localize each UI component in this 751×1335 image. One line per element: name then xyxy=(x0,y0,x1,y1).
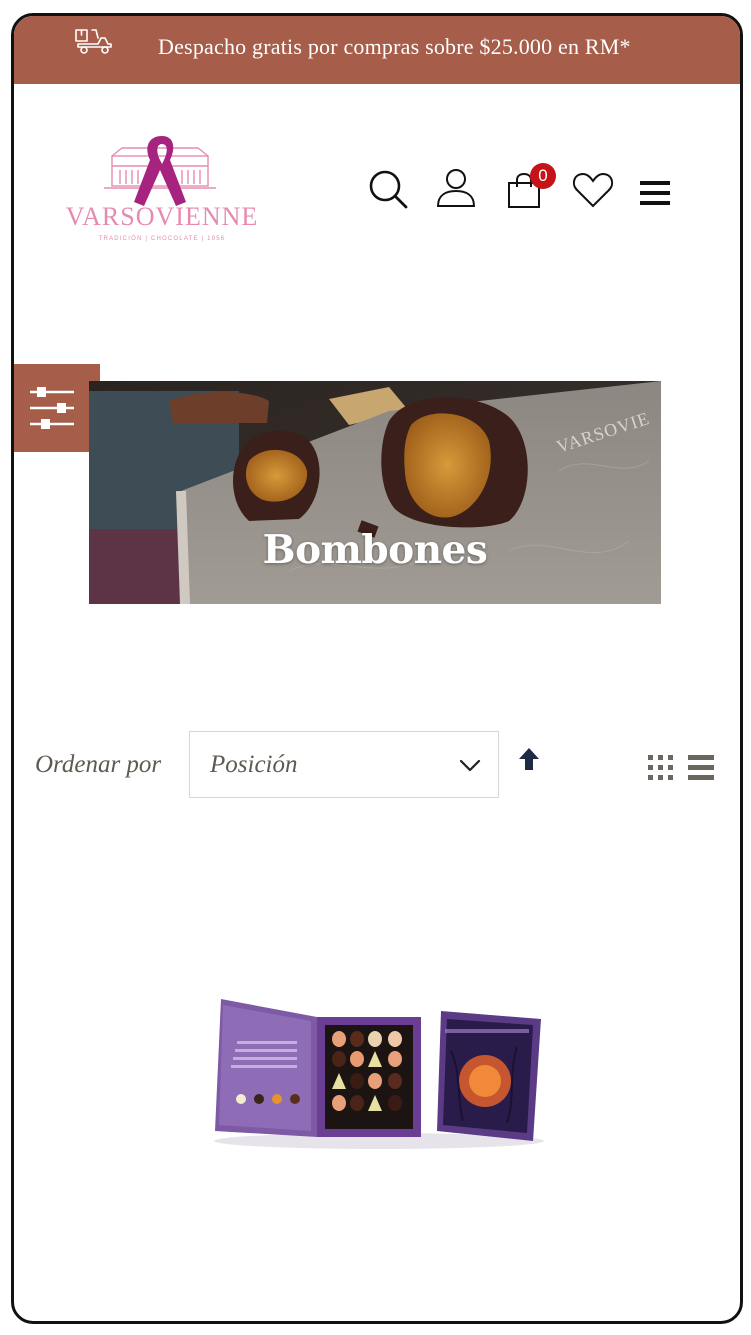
delivery-scooter-icon xyxy=(75,29,112,54)
list-view-icon[interactable] xyxy=(688,755,714,780)
sort-direction-arrow-icon[interactable] xyxy=(516,746,542,772)
filter-toggle-button[interactable] xyxy=(14,364,100,452)
logo-graphic: VARSOVIENNE TRADICIÓN | CHOCOLATE | 1956 xyxy=(66,136,259,242)
cart-count-badge: 0 xyxy=(530,163,556,189)
user-icon[interactable] xyxy=(436,168,476,208)
category-title: Bombones xyxy=(262,527,488,573)
sort-selected-value: Posición xyxy=(210,751,298,778)
sort-select[interactable]: Posición xyxy=(189,731,499,798)
sort-label: Ordenar por xyxy=(35,751,162,778)
heart-icon[interactable] xyxy=(572,172,614,208)
filter-sliders-icon xyxy=(30,387,74,429)
grid-view-icon[interactable] xyxy=(648,755,673,780)
promo-bar: Despacho gratis por compras sobre $25.00… xyxy=(14,16,740,84)
brand-logo[interactable]: VARSOVIENNE TRADICIÓN | CHOCOLATE | 1956 xyxy=(64,134,260,246)
promo-text: Despacho gratis por compras sobre $25.00… xyxy=(158,34,631,59)
chevron-down-icon xyxy=(459,759,481,772)
product-card-image[interactable] xyxy=(211,991,548,1151)
search-icon[interactable] xyxy=(367,168,409,210)
logo-tagline: TRADICIÓN | CHOCOLATE | 1956 xyxy=(99,235,226,242)
category-banner: VARSOVIE Bombones xyxy=(89,381,661,604)
hamburger-menu-icon[interactable] xyxy=(640,179,672,207)
app-frame: Despacho gratis por compras sobre $25.00… xyxy=(11,13,743,1324)
halloween-bonbon-box-image xyxy=(214,999,544,1149)
logo-wordmark: VARSOVIENNE xyxy=(66,202,259,231)
